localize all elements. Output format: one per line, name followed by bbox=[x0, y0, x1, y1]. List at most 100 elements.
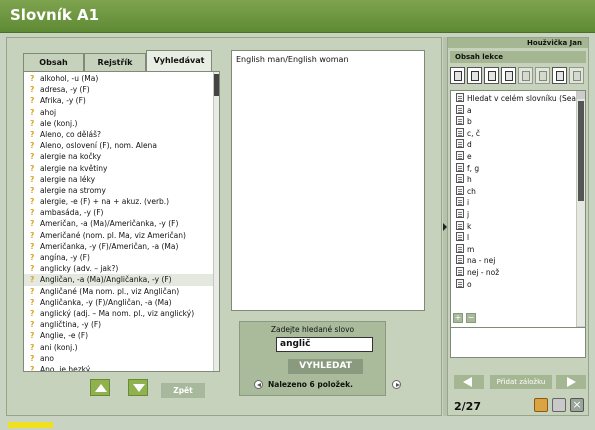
word-list-item[interactable]: ? ano bbox=[24, 353, 219, 364]
question-mark-icon: ? bbox=[30, 74, 35, 83]
lesson-tree-item[interactable]: h bbox=[451, 174, 585, 186]
search-panel: Zadejte hledané slovo anglič VYHLEDAT Na… bbox=[239, 321, 401, 396]
lesson-tree-item[interactable]: b bbox=[451, 116, 585, 128]
word-list-item[interactable]: ? alergie na léky bbox=[24, 174, 219, 185]
lesson-tree-item[interactable]: c, č bbox=[451, 127, 585, 140]
word-label: ale (konj.) bbox=[40, 118, 78, 128]
main-panel: Obsah Rejstřík Vyhledávat ? alkohol, -u (… bbox=[6, 37, 442, 416]
question-mark-icon: ? bbox=[30, 129, 35, 139]
word-list-item[interactable]: ? alergie na kočky bbox=[24, 151, 219, 162]
lesson-tree-label: a bbox=[467, 105, 472, 115]
back-button[interactable]: Zpět bbox=[161, 383, 205, 398]
book-icon[interactable] bbox=[450, 67, 465, 84]
help-icon[interactable] bbox=[552, 398, 566, 412]
lesson-tree-label: na - nej bbox=[467, 256, 496, 266]
arrow-left-icon bbox=[256, 382, 261, 387]
close-icon[interactable]: × bbox=[570, 398, 584, 412]
tab-obsah[interactable]: Obsah bbox=[23, 53, 84, 71]
copy-icon[interactable] bbox=[518, 67, 533, 84]
word-list-item[interactable]: ? Aleno, co děláš? bbox=[24, 129, 219, 140]
lesson-tree-item[interactable]: ch bbox=[451, 185, 585, 198]
word-list-item[interactable]: ? Angličané (Ma nom. pl., viz Angličan) bbox=[24, 286, 219, 297]
word-list-item[interactable]: ? Ano, je hezký. bbox=[24, 364, 219, 371]
info-icon[interactable] bbox=[534, 398, 548, 412]
lesson-tree-item[interactable]: Hledat v celém slovníku (Search bbox=[451, 93, 585, 105]
word-label: Američan, -a (Ma)/Američanka, -y (F) bbox=[40, 219, 179, 229]
word-list-item[interactable]: ? Anglie, -e (F) bbox=[24, 330, 219, 341]
word-list-scrollbar[interactable] bbox=[213, 72, 219, 371]
lesson-tree-item[interactable]: j bbox=[451, 208, 585, 221]
question-mark-icon: ? bbox=[30, 230, 35, 240]
previous-bookmark-button[interactable] bbox=[454, 375, 484, 389]
book-open-icon[interactable] bbox=[467, 67, 482, 84]
lesson-tree-label: m bbox=[467, 244, 475, 254]
collapse-button[interactable]: − bbox=[466, 313, 476, 323]
next-bookmark-button[interactable] bbox=[556, 375, 586, 389]
next-item-button[interactable] bbox=[128, 379, 148, 396]
print-icon[interactable] bbox=[535, 67, 550, 84]
settings-icon[interactable] bbox=[552, 67, 567, 84]
word-list-item[interactable]: ? alkohol, -u (Ma) bbox=[24, 73, 219, 84]
lesson-tree-label: ch bbox=[467, 186, 476, 196]
lesson-tree-item[interactable]: m bbox=[451, 243, 585, 256]
notes-field[interactable] bbox=[450, 327, 586, 358]
word-list-item[interactable]: ? ambasáda, -y (F) bbox=[24, 207, 219, 218]
word-list-item[interactable]: ? Aleno, oslovení (F), nom. Alena bbox=[24, 140, 219, 151]
word-label: ano bbox=[40, 353, 54, 363]
word-label: alergie na stromy bbox=[40, 185, 106, 195]
word-list-item[interactable]: ? alergie na stromy bbox=[24, 185, 219, 196]
word-list-item[interactable]: ? ahoj bbox=[24, 107, 219, 118]
word-label: Anglie, -e (F) bbox=[40, 331, 89, 341]
document-icon bbox=[456, 232, 464, 242]
lesson-tree-item[interactable]: a bbox=[451, 104, 585, 117]
document-icon bbox=[456, 93, 464, 102]
word-list-item[interactable]: ? Angličan, -a (Ma)/Angličanka, -y (F) bbox=[24, 274, 219, 286]
question-mark-icon: ? bbox=[30, 297, 35, 307]
word-list-item[interactable]: ? Angličanka, -y (F)/Angličan, -a (Ma) bbox=[24, 297, 219, 308]
lesson-tree-item[interactable]: o bbox=[451, 278, 585, 291]
next-result-button[interactable] bbox=[392, 380, 401, 389]
lesson-tree-item[interactable]: d bbox=[451, 139, 585, 151]
search-button[interactable]: VYHLEDAT bbox=[288, 359, 363, 374]
tab-rejstrik[interactable]: Rejstřík bbox=[84, 53, 146, 71]
word-list-item[interactable]: ? anglický (adj. – Ma nom. pl., viz angli… bbox=[24, 308, 219, 319]
lesson-tree-item[interactable]: k bbox=[451, 220, 585, 233]
word-list-item[interactable]: ? alergie, -e (F) + na + akuz. (verb.) bbox=[24, 196, 219, 207]
previous-result-button[interactable] bbox=[254, 380, 263, 389]
word-list-item[interactable]: ? ani (konj.) bbox=[24, 342, 219, 353]
word-list-item[interactable]: ? ale (konj.) bbox=[24, 118, 219, 129]
book-stack-icon[interactable] bbox=[501, 67, 516, 84]
lesson-tree-item[interactable]: e bbox=[451, 150, 585, 163]
tab-vyhledavat[interactable]: Vyhledávat bbox=[146, 50, 212, 71]
word-list-item[interactable]: ? Američan, -a (Ma)/Američanka, -y (F) bbox=[24, 218, 219, 229]
question-mark-icon: ? bbox=[30, 118, 35, 128]
question-mark-icon: ? bbox=[30, 286, 35, 296]
translation-content: English man/English woman bbox=[231, 50, 425, 311]
lesson-tree-label: b bbox=[467, 117, 472, 127]
book-icon[interactable] bbox=[484, 67, 499, 84]
lesson-tree-item[interactable]: na - nej bbox=[451, 255, 585, 267]
word-list-item[interactable]: ? anglicky (adv. – jak?) bbox=[24, 263, 219, 274]
document-icon bbox=[456, 116, 464, 126]
lesson-tree-item[interactable]: i bbox=[451, 197, 585, 209]
word-list-item[interactable]: ? angína, -y (F) bbox=[24, 252, 219, 263]
user-name: Houžvička Jan bbox=[448, 38, 588, 48]
add-bookmark-button[interactable]: Přidat záložku bbox=[490, 375, 552, 389]
word-list-item[interactable]: ? Američané (nom. pl. Ma, viz Američan) bbox=[24, 230, 219, 241]
edit-icon[interactable] bbox=[569, 67, 584, 84]
document-icon bbox=[456, 197, 464, 207]
word-list-item[interactable]: ? adresa, -y (F) bbox=[24, 84, 219, 95]
lesson-tree-label: nej - nož bbox=[467, 267, 500, 277]
search-input[interactable]: anglič bbox=[276, 337, 373, 352]
lesson-tree-item[interactable]: f, g bbox=[451, 162, 585, 175]
lesson-tree-item[interactable]: l bbox=[451, 232, 585, 244]
previous-item-button[interactable] bbox=[90, 379, 110, 396]
word-list-item[interactable]: ? Američanka, -y (F)/Američan, -a (Ma) bbox=[24, 241, 219, 252]
word-list-item[interactable]: ? alergie na květiny bbox=[24, 163, 219, 174]
lesson-tree-item[interactable]: nej - nož bbox=[451, 266, 585, 279]
expand-button[interactable]: + bbox=[453, 313, 463, 323]
word-list-item[interactable]: ? angličtina, -y (F) bbox=[24, 319, 219, 330]
question-mark-icon: ? bbox=[30, 174, 35, 184]
lesson-tree-scrollbar[interactable] bbox=[576, 91, 585, 334]
word-list-item[interactable]: ? Afrika, -y (F) bbox=[24, 95, 219, 106]
